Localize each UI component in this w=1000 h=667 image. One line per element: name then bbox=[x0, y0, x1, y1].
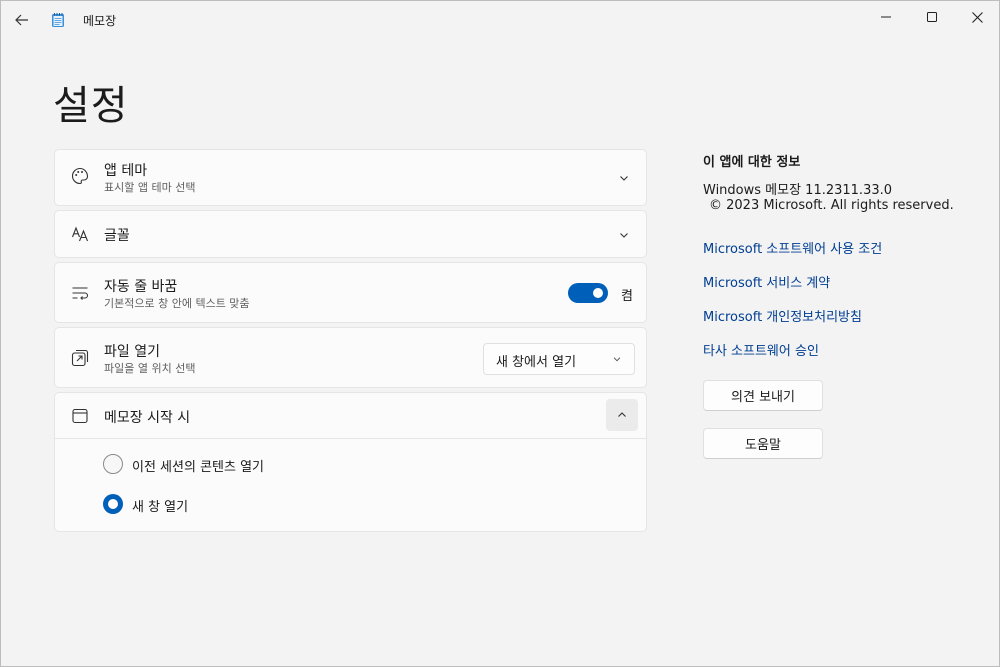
open-file-selected-value: 새 창에서 열기 bbox=[496, 355, 577, 370]
page-title: 설정 bbox=[53, 83, 129, 129]
app-theme-setting[interactable]: 앱 테마 표시할 앱 테마 선택 bbox=[54, 149, 647, 206]
back-arrow-icon bbox=[15, 14, 28, 26]
radio-new-window-label[interactable]: 새 창 열기 bbox=[132, 496, 188, 515]
about-heading: 이 앱에 대한 정보 bbox=[703, 155, 801, 170]
minimize-icon bbox=[881, 16, 891, 18]
word-wrap-icon bbox=[72, 287, 89, 300]
chevron-down-icon bbox=[620, 233, 628, 238]
chevron-down-icon bbox=[620, 176, 628, 181]
link-third-party-notices[interactable]: 타사 소프트웨어 승인 bbox=[703, 340, 819, 359]
app-theme-subtitle: 표시할 앱 테마 선택 bbox=[104, 181, 196, 194]
font-icon bbox=[71, 226, 89, 242]
open-file-dropdown[interactable]: 새 창에서 열기 bbox=[483, 343, 635, 375]
link-license-terms[interactable]: Microsoft 소프트웨어 사용 조건 bbox=[703, 238, 882, 257]
open-file-subtitle: 파일을 열 위치 선택 bbox=[104, 362, 196, 375]
radio-new-window[interactable] bbox=[103, 494, 123, 514]
maximize-icon bbox=[927, 12, 937, 22]
font-title: 글꼴 bbox=[104, 228, 130, 244]
notepad-app-icon bbox=[52, 13, 64, 27]
word-wrap-subtitle: 기본적으로 창 안에 텍스트 맞춤 bbox=[104, 297, 250, 310]
palette-icon bbox=[72, 167, 89, 185]
radio-previous-session[interactable] bbox=[103, 454, 123, 474]
open-in-window-icon bbox=[71, 349, 89, 367]
version-text: Windows 메모장 11.2311.33.0 bbox=[703, 183, 893, 198]
link-services-agreement[interactable]: Microsoft 서비스 계약 bbox=[703, 272, 830, 291]
maximize-button[interactable] bbox=[909, 1, 955, 33]
startup-setting: 메모장 시작 시 이전 세션의 콘텐츠 열기 새 창 열기 bbox=[54, 392, 647, 532]
font-setting[interactable]: 글꼴 bbox=[54, 210, 647, 258]
window-icon bbox=[72, 408, 88, 424]
close-button[interactable] bbox=[954, 1, 1000, 33]
toggle-knob bbox=[593, 288, 603, 298]
close-icon bbox=[971, 11, 983, 23]
collapse-button[interactable] bbox=[606, 399, 638, 431]
divider bbox=[55, 438, 646, 439]
word-wrap-title: 자동 줄 바꿈 bbox=[104, 279, 178, 295]
open-file-setting: 파일 열기 파일을 열 위치 선택 새 창에서 열기 bbox=[54, 327, 647, 388]
open-file-title: 파일 열기 bbox=[104, 344, 160, 360]
word-wrap-toggle[interactable] bbox=[568, 283, 608, 303]
chevron-up-icon bbox=[618, 412, 626, 417]
help-button[interactable]: 도움말 bbox=[703, 428, 823, 459]
title-bar: 메모장 bbox=[1, 1, 999, 37]
notepad-window: 메모장 설정 앱 테마 표시할 앱 테마 선택 글꼴 자동 줄 바꿈 기본적으로… bbox=[0, 0, 1000, 667]
link-privacy-statement[interactable]: Microsoft 개인정보처리방침 bbox=[703, 306, 862, 325]
word-wrap-setting: 자동 줄 바꿈 기본적으로 창 안에 텍스트 맞춤 켬 bbox=[54, 262, 647, 323]
radio-previous-session-label[interactable]: 이전 세션의 콘텐츠 열기 bbox=[132, 456, 264, 475]
startup-title: 메모장 시작 시 bbox=[104, 410, 191, 426]
app-title: 메모장 bbox=[83, 14, 117, 28]
send-feedback-button[interactable]: 의견 보내기 bbox=[703, 380, 823, 411]
copyright-text: © 2023 Microsoft. All rights reserved. bbox=[709, 198, 954, 213]
minimize-button[interactable] bbox=[863, 1, 909, 33]
word-wrap-state-label: 켬 bbox=[621, 289, 633, 304]
chevron-down-icon bbox=[613, 357, 621, 362]
app-theme-title: 앱 테마 bbox=[104, 163, 148, 179]
back-button[interactable] bbox=[9, 7, 35, 33]
